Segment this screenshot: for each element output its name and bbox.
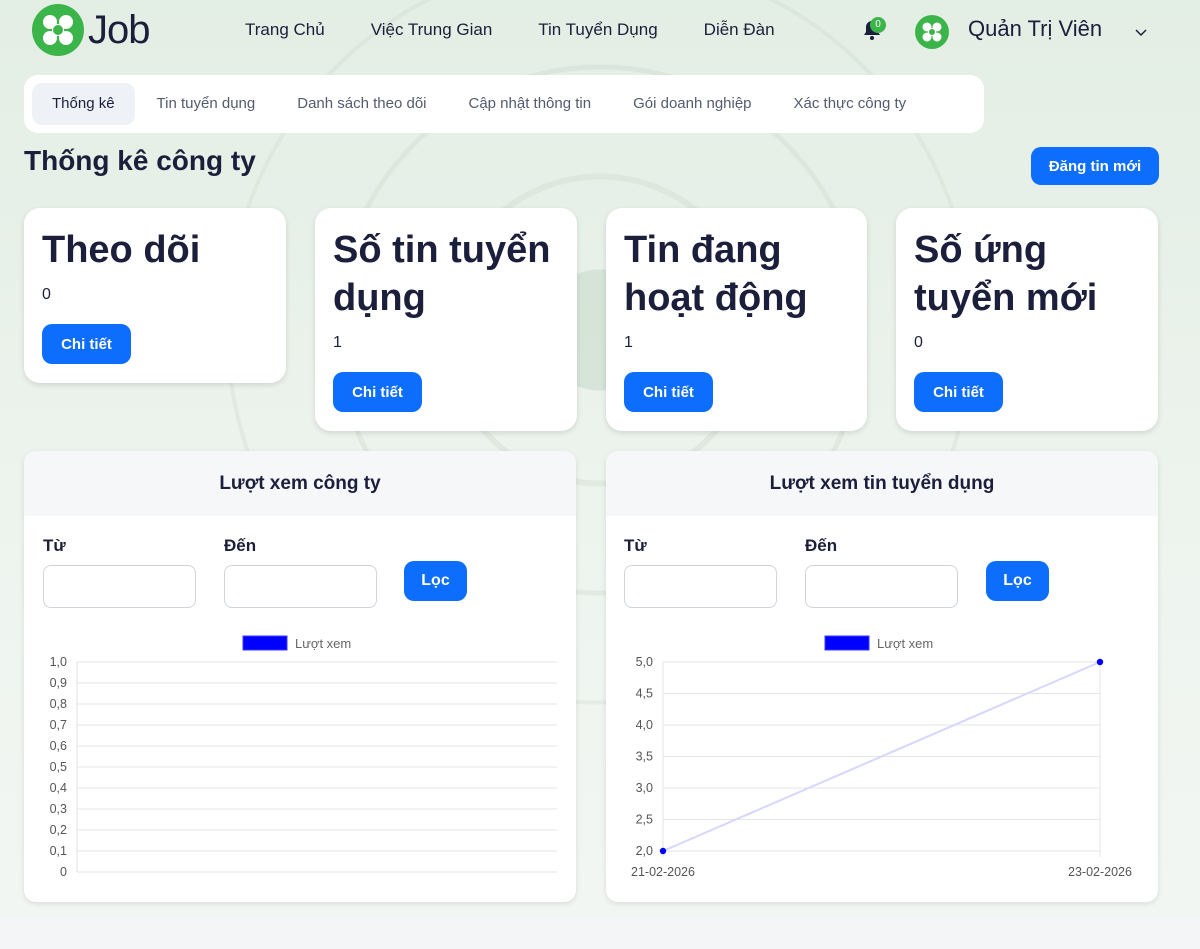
y-tick-label: 2,0: [636, 844, 653, 858]
user-name[interactable]: Quản Trị Viên: [968, 16, 1102, 42]
stat-value: 1: [624, 334, 633, 351]
job-views-panel: Lượt xem tin tuyển dụng Từ Đến Lọc Lượt …: [606, 451, 1158, 902]
y-tick-label: 3,0: [636, 781, 653, 795]
y-tick-label: 4,0: [636, 718, 653, 732]
company-views-panel: Lượt xem công ty Từ Đến Lọc Lượt xem 1,0 0…: [24, 451, 576, 902]
from-date-input[interactable]: [43, 565, 196, 608]
stat-value: 0: [914, 334, 923, 351]
from-date-input[interactable]: [624, 565, 777, 608]
y-tick-label: 1,0: [50, 655, 67, 669]
panel-title: Lượt xem công ty: [24, 451, 576, 516]
y-tick-label: 0,4: [50, 781, 67, 795]
detail-button[interactable]: Chi tiết: [624, 372, 713, 412]
dashboard-tabs: Thống kê Tin tuyển dụng Danh sách theo d…: [24, 75, 984, 133]
data-point: [1096, 658, 1104, 666]
y-tick-label: 4,5: [636, 687, 653, 701]
to-label: Đến: [224, 536, 257, 555]
y-tick-label: 0,8: [50, 697, 67, 711]
company-views-chart: Lượt xem 1,0 0,9 0,8 0,7 0,6 0,5 0,4 0,3 0,2 0,1 0: [50, 635, 557, 879]
avatar[interactable]: [915, 15, 949, 49]
nav-home[interactable]: Trang Chủ: [245, 20, 325, 40]
y-tick-label: 0,6: [50, 739, 67, 753]
legend-swatch: [242, 635, 288, 651]
to-date-input[interactable]: [805, 565, 958, 608]
new-post-button[interactable]: Đăng tin mới: [1031, 147, 1159, 185]
legend-swatch: [824, 635, 870, 651]
tab-follow-list[interactable]: Danh sách theo dõi: [277, 83, 446, 125]
stat-card-followers: Theo dõi 0 Chi tiết: [24, 208, 286, 383]
stat-title: Tin đang hoạt động: [624, 229, 808, 319]
detail-button[interactable]: Chi tiết: [42, 324, 131, 364]
x-tick-label: 23-02-2026: [1068, 865, 1132, 879]
logo-text: Job: [88, 7, 150, 52]
stat-card-active-jobs: Tin đang hoạt động 1 Chi tiết: [606, 208, 867, 431]
logo-mark-icon: [32, 4, 84, 56]
from-label: Từ: [624, 536, 647, 555]
y-tick-label: 0,2: [50, 823, 67, 837]
to-label: Đến: [805, 536, 838, 555]
stat-title: Số ứng tuyển mới: [914, 229, 1098, 319]
page-footer-area: [0, 915, 1200, 949]
y-tick-label: 3,5: [636, 750, 653, 764]
y-tick-label: 0,1: [50, 844, 67, 858]
y-tick-label: 0: [60, 865, 67, 879]
nav-forum[interactable]: Diễn Đàn: [704, 20, 775, 40]
stat-card-job-count: Số tin tuyển dụng 1 Chi tiết: [315, 208, 577, 431]
stat-title: Theo dõi: [42, 229, 201, 271]
tab-business-package[interactable]: Gói doanh nghiệp: [613, 83, 771, 125]
legend-label: Lượt xem: [295, 636, 351, 651]
tab-statistics[interactable]: Thống kê: [32, 83, 135, 125]
nav-intermediary-jobs[interactable]: Việc Trung Gian: [371, 20, 493, 40]
y-tick-label: 0,3: [50, 802, 67, 816]
y-tick-label: 0,7: [50, 718, 67, 732]
y-tick-label: 0,9: [50, 676, 67, 690]
stat-value: 0: [42, 286, 51, 303]
data-point: [659, 847, 667, 855]
logo[interactable]: Job: [32, 4, 150, 56]
x-tick-label: 21-02-2026: [631, 865, 695, 879]
panel-title: Lượt xem tin tuyển dụng: [606, 451, 1158, 516]
filter-button[interactable]: Lọc: [986, 561, 1049, 601]
tab-update-info[interactable]: Cập nhật thông tin: [449, 83, 612, 125]
y-tick-label: 2,5: [636, 813, 653, 827]
y-tick-label: 0,5: [50, 760, 67, 774]
y-tick-label: 5,0: [636, 655, 653, 669]
stat-value: 1: [333, 334, 342, 351]
main-nav: Trang Chủ Việc Trung Gian Tin Tuyển Dụng…: [245, 20, 775, 40]
nav-job-postings[interactable]: Tin Tuyển Dụng: [538, 20, 657, 40]
top-header: Job Trang Chủ Việc Trung Gian Tin Tuyển …: [0, 0, 1200, 62]
detail-button[interactable]: Chi tiết: [333, 372, 422, 412]
to-date-input[interactable]: [224, 565, 377, 608]
filter-button[interactable]: Lọc: [404, 561, 467, 601]
stat-card-new-applications: Số ứng tuyển mới 0 Chi tiết: [896, 208, 1158, 431]
from-label: Từ: [43, 536, 66, 555]
legend-label: Lượt xem: [877, 636, 933, 651]
tab-company-verification[interactable]: Xác thực công ty: [774, 83, 927, 125]
detail-button[interactable]: Chi tiết: [914, 372, 1003, 412]
job-views-chart: Lượt xem 5,0 4,5 4,0 3,5 3,0 2,5 2,0 21-02-2026 2…: [631, 635, 1132, 879]
stat-title: Số tin tuyển dụng: [333, 229, 551, 319]
chevron-down-icon[interactable]: [1133, 24, 1149, 40]
page-title: Thống kê công ty: [24, 145, 256, 176]
tab-job-postings[interactable]: Tin tuyển dụng: [137, 83, 276, 125]
notification-badge: 0: [870, 17, 886, 33]
